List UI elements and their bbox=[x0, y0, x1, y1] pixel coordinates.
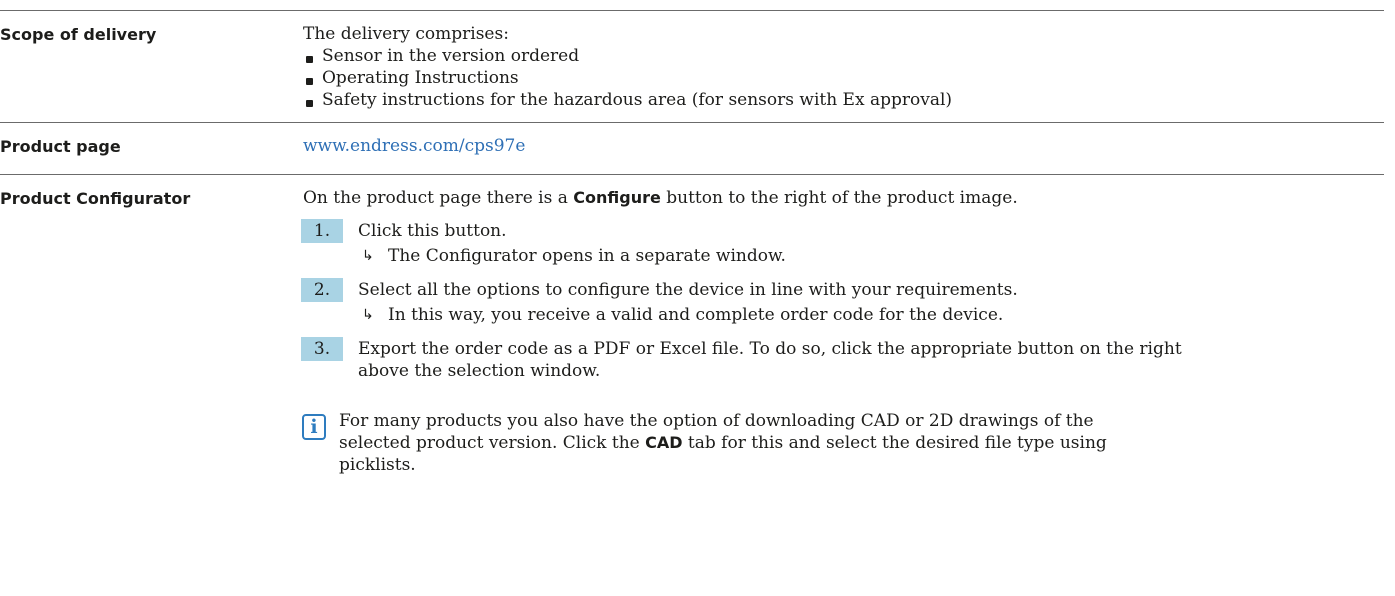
step-number-1: 1. bbox=[301, 219, 343, 243]
step-3-text-line2: above the selection window. bbox=[358, 361, 601, 381]
note-line2: selected product version. Click the CAD … bbox=[339, 432, 1107, 454]
configure-keyword: Configure bbox=[573, 188, 661, 207]
note-text-after: tab for this and select the desired file… bbox=[682, 433, 1107, 453]
bullet-icon bbox=[306, 56, 313, 63]
cad-keyword: CAD bbox=[645, 433, 683, 452]
info-icon: i bbox=[302, 414, 326, 440]
result-arrow-icon: ↳ bbox=[362, 248, 374, 264]
note-line3: picklists. bbox=[339, 455, 416, 475]
result-arrow-icon: ↳ bbox=[362, 307, 374, 323]
product-page-link[interactable]: www.endress.com/cps97e bbox=[303, 135, 525, 157]
scope-item-1: Sensor in the version ordered bbox=[322, 46, 580, 66]
bullet-icon bbox=[306, 100, 313, 107]
step-number-2: 2. bbox=[301, 278, 343, 302]
intro-text-after: button to the right of the product image… bbox=[660, 188, 1018, 208]
note-line1: For many products you also have the opti… bbox=[339, 411, 1094, 431]
bullet-icon bbox=[306, 78, 313, 85]
step-2-text: Select all the options to configure the … bbox=[358, 280, 1018, 300]
step-1-text: Click this button. bbox=[358, 221, 507, 241]
scope-item-3: Safety instructions for the hazardous ar… bbox=[322, 90, 953, 110]
note-text-before: selected product version. Click the bbox=[339, 433, 646, 453]
scope-label: Scope of delivery bbox=[0, 25, 157, 44]
step-1-result: The Configurator opens in a separate win… bbox=[388, 246, 786, 266]
step-2-result: In this way, you receive a valid and com… bbox=[388, 305, 1004, 325]
intro-text-before: On the product page there is a bbox=[303, 188, 574, 208]
product-configurator-section: Product Configurator On the product page… bbox=[0, 174, 1384, 596]
scope-item-2: Operating Instructions bbox=[322, 68, 519, 88]
scope-intro: The delivery comprises: bbox=[303, 24, 509, 44]
step-number-3: 3. bbox=[301, 337, 343, 361]
step-3-text-line1: Export the order code as a PDF or Excel … bbox=[358, 339, 1182, 359]
configurator-label: Product Configurator bbox=[0, 189, 191, 208]
product-page-label: Product page bbox=[0, 137, 121, 156]
configurator-intro: On the product page there is a Configure… bbox=[303, 187, 1018, 209]
